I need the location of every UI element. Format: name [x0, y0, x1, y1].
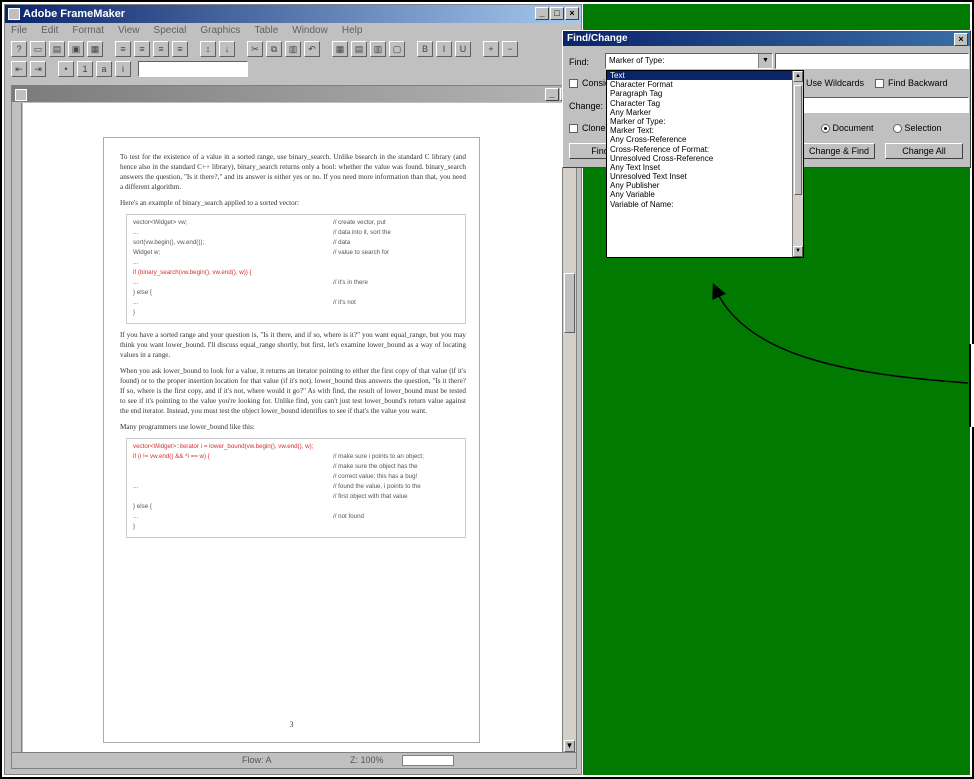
callout-box: [969, 344, 974, 427]
callout-arrow-path: [712, 283, 969, 384]
callout-arrow: [712, 283, 969, 384]
